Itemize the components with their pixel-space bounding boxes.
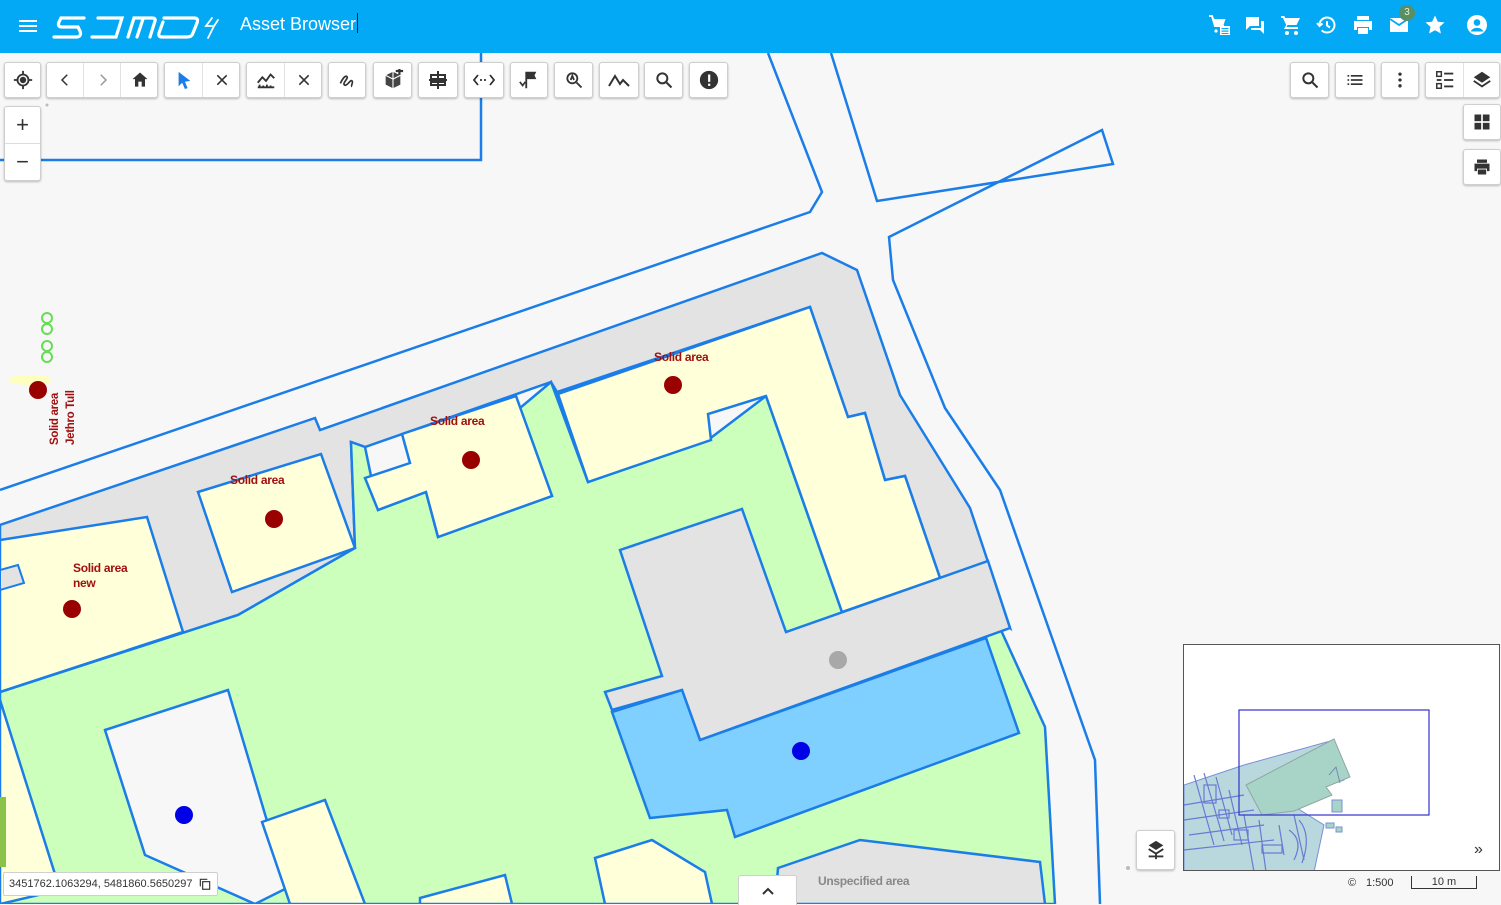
- white-plot-point[interactable]: [175, 806, 193, 824]
- star-icon[interactable]: [1422, 12, 1448, 38]
- clear-select-icon[interactable]: [202, 63, 240, 97]
- samo-logo: [52, 8, 232, 44]
- copyright-icon[interactable]: ©: [1348, 877, 1356, 889]
- search-icon[interactable]: [1291, 63, 1328, 97]
- map-label: Unspecified area: [818, 874, 910, 888]
- clear-measure-icon[interactable]: [284, 63, 322, 97]
- map-label: Solid area: [230, 473, 285, 487]
- search-button[interactable]: [644, 62, 683, 98]
- map-label: Solid area: [73, 561, 128, 575]
- app-title[interactable]: Asset Browser: [240, 12, 358, 36]
- menu-icon[interactable]: [14, 12, 42, 40]
- gray-area-point[interactable]: [829, 651, 847, 669]
- warning-button[interactable]: [689, 62, 728, 98]
- legend-layers-group: [1425, 62, 1500, 98]
- more-button[interactable]: [1381, 62, 1419, 98]
- scale-ratio: 1:500: [1366, 877, 1394, 889]
- back-icon[interactable]: [47, 63, 83, 97]
- bottom-panel-toggle[interactable]: [738, 875, 797, 905]
- add-object-button[interactable]: [373, 62, 412, 98]
- list-button[interactable]: [1335, 62, 1375, 98]
- history-icon[interactable]: [1314, 12, 1340, 38]
- list-icon[interactable]: [1336, 63, 1374, 97]
- overview-map[interactable]: [1183, 644, 1500, 871]
- solid-area-point[interactable]: [265, 510, 283, 528]
- print-map-button[interactable]: [1463, 149, 1501, 185]
- search-icon[interactable]: [645, 63, 682, 97]
- warning-icon[interactable]: [690, 63, 727, 97]
- select-icon[interactable]: [165, 63, 202, 97]
- forward-icon[interactable]: [83, 63, 121, 97]
- search-panel-button[interactable]: [1290, 62, 1329, 98]
- profile-icon[interactable]: [600, 63, 638, 97]
- zoom-out-button[interactable]: −: [5, 144, 40, 180]
- app-header: Asset Browser 3: [0, 0, 1501, 53]
- zoom-in-button[interactable]: +: [5, 107, 40, 143]
- flag-button[interactable]: [510, 62, 548, 98]
- grid-icon[interactable]: [1464, 105, 1500, 139]
- solid-area-point[interactable]: [63, 600, 81, 618]
- coordinate-text: 3451762.1063294, 5481860.5650297: [9, 878, 193, 890]
- print-icon[interactable]: [1350, 12, 1376, 38]
- chevron-up-icon: [761, 887, 774, 895]
- distance-button[interactable]: [464, 62, 504, 98]
- split-button[interactable]: [418, 62, 458, 98]
- legend-icon[interactable]: [1426, 63, 1463, 97]
- more-icon[interactable]: [1382, 63, 1418, 97]
- zoom-search-button[interactable]: [554, 62, 593, 98]
- locate-button[interactable]: [4, 62, 41, 98]
- selection-group: [164, 62, 240, 98]
- zoom-control: + −: [4, 106, 41, 181]
- solid-area-point[interactable]: [462, 451, 480, 469]
- print-icon[interactable]: [1464, 150, 1500, 184]
- draw-button[interactable]: [328, 62, 366, 98]
- map-label: Solid area: [654, 350, 709, 364]
- draw-icon[interactable]: [329, 63, 365, 97]
- cart-list-icon[interactable]: [1206, 12, 1232, 38]
- layers-stack-icon: [1147, 840, 1164, 860]
- map-label: new: [73, 576, 96, 590]
- overview-toggle[interactable]: »: [1474, 841, 1483, 859]
- layer-switch-button[interactable]: [1136, 830, 1175, 870]
- cart-icon[interactable]: [1278, 12, 1304, 38]
- solid-area-point[interactable]: [29, 381, 47, 399]
- solid-area-point[interactable]: [664, 376, 682, 394]
- profile-button[interactable]: [599, 62, 639, 98]
- mail-badge: 3: [1399, 5, 1415, 21]
- map-label: Solid area: [430, 414, 485, 428]
- measure-icon[interactable]: [247, 63, 284, 97]
- navigation-group: [46, 62, 158, 98]
- copy-icon[interactable]: [198, 877, 212, 891]
- locate-icon[interactable]: [5, 63, 40, 97]
- flag-icon[interactable]: [511, 63, 547, 97]
- distance-icon[interactable]: [465, 63, 503, 97]
- chat-icon[interactable]: [1242, 12, 1268, 38]
- coordinate-readout: 3451762.1063294, 5481860.5650297: [3, 872, 218, 896]
- home-icon[interactable]: [120, 63, 158, 97]
- layers-icon[interactable]: [1463, 63, 1500, 97]
- blue-area-point[interactable]: [792, 742, 810, 760]
- scale-bar: 10 m: [1411, 876, 1477, 889]
- measure-group: [246, 62, 322, 98]
- grid-button[interactable]: [1463, 104, 1501, 140]
- zoom-search-icon[interactable]: [555, 63, 592, 97]
- account-icon[interactable]: [1464, 12, 1490, 38]
- split-icon[interactable]: [419, 63, 457, 97]
- add-object-icon[interactable]: [374, 63, 411, 97]
